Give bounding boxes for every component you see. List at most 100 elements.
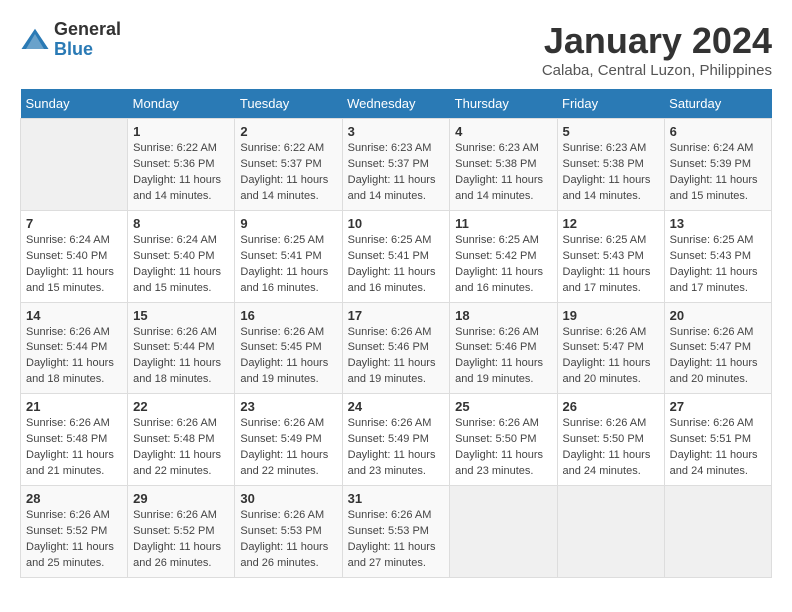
day-cell: 29Sunrise: 6:26 AMSunset: 5:52 PMDayligh… <box>128 486 235 578</box>
day-cell: 26 Sunrise: 6:26 AMSunset: 5:50 PMDayligh… <box>557 394 664 486</box>
day-number: 9 <box>240 216 336 231</box>
day-number: 12 <box>563 216 659 231</box>
day-info: Sunrise: 6:24 AMSunset: 5:39 PMDaylight:… <box>670 141 766 205</box>
header-cell-saturday: Saturday <box>664 89 771 119</box>
header-cell-tuesday: Tuesday <box>235 89 342 119</box>
logo-text: General Blue <box>54 20 121 60</box>
day-cell: 13Sunrise: 6:25 AMSunset: 5:43 PMDayligh… <box>664 210 771 302</box>
day-info: Sunrise: 6:26 AMSunset: 5:50 PMDaylight:… <box>563 416 659 480</box>
week-row-3: 14Sunrise: 6:26 AMSunset: 5:44 PMDayligh… <box>21 302 772 394</box>
day-info: Sunrise: 6:26 AMSunset: 5:53 PMDaylight:… <box>348 508 445 572</box>
day-cell: 20Sunrise: 6:26 AMSunset: 5:47 PMDayligh… <box>664 302 771 394</box>
day-cell: 2 Sunrise: 6:22 AMSunset: 5:37 PMDaylight… <box>235 119 342 211</box>
day-number: 10 <box>348 216 445 231</box>
day-number: 21 <box>26 399 122 414</box>
calendar-header: SundayMondayTuesdayWednesdayThursdayFrid… <box>21 89 772 119</box>
day-number: 3 <box>348 124 445 139</box>
day-number: 16 <box>240 308 336 323</box>
subtitle: Calaba, Central Luzon, Philippines <box>542 62 772 79</box>
page-header: General Blue January 2024 Calaba, Centra… <box>20 20 772 79</box>
day-info: Sunrise: 6:26 AMSunset: 5:46 PMDaylight:… <box>455 325 551 389</box>
day-cell: 25 Sunrise: 6:26 AMSunset: 5:50 PMDayligh… <box>450 394 557 486</box>
day-cell: 3 Sunrise: 6:23 AMSunset: 5:37 PMDaylight… <box>342 119 450 211</box>
day-info: Sunrise: 6:23 AMSunset: 5:37 PMDaylight:… <box>348 141 445 205</box>
day-cell: 28 Sunrise: 6:26 AMSunset: 5:52 PMDayligh… <box>21 486 128 578</box>
day-number: 28 <box>26 491 122 506</box>
day-cell: 4Sunrise: 6:23 AMSunset: 5:38 PMDaylight… <box>450 119 557 211</box>
day-number: 25 <box>455 399 551 414</box>
day-number: 1 <box>133 124 229 139</box>
day-cell: 11Sunrise: 6:25 AMSunset: 5:42 PMDayligh… <box>450 210 557 302</box>
day-info: Sunrise: 6:26 AMSunset: 5:46 PMDaylight:… <box>348 325 445 389</box>
header-cell-wednesday: Wednesday <box>342 89 450 119</box>
header-row: SundayMondayTuesdayWednesdayThursdayFrid… <box>21 89 772 119</box>
day-number: 8 <box>133 216 229 231</box>
day-number: 11 <box>455 216 551 231</box>
day-info: Sunrise: 6:22 AMSunset: 5:37 PMDaylight:… <box>240 141 336 205</box>
day-number: 24 <box>348 399 445 414</box>
day-info: Sunrise: 6:25 AMSunset: 5:41 PMDaylight:… <box>240 233 336 297</box>
main-title: January 2024 <box>542 20 772 62</box>
week-row-5: 28 Sunrise: 6:26 AMSunset: 5:52 PMDayligh… <box>21 486 772 578</box>
header-cell-sunday: Sunday <box>21 89 128 119</box>
day-cell <box>450 486 557 578</box>
day-number: 2 <box>240 124 336 139</box>
logo-icon <box>20 25 50 55</box>
day-number: 6 <box>670 124 766 139</box>
day-number: 17 <box>348 308 445 323</box>
day-cell: 19 Sunrise: 6:26 AMSunset: 5:47 PMDayligh… <box>557 302 664 394</box>
day-info: Sunrise: 6:26 AMSunset: 5:52 PMDaylight:… <box>26 508 122 572</box>
day-number: 18 <box>455 308 551 323</box>
day-number: 4 <box>455 124 551 139</box>
day-cell: 15 Sunrise: 6:26 AMSunset: 5:44 PMDayligh… <box>128 302 235 394</box>
day-info: Sunrise: 6:26 AMSunset: 5:50 PMDaylight:… <box>455 416 551 480</box>
day-info: Sunrise: 6:26 AMSunset: 5:47 PMDaylight:… <box>563 325 659 389</box>
week-row-2: 7Sunrise: 6:24 AMSunset: 5:40 PMDaylight… <box>21 210 772 302</box>
day-number: 5 <box>563 124 659 139</box>
day-cell: 6 Sunrise: 6:24 AMSunset: 5:39 PMDaylight… <box>664 119 771 211</box>
day-info: Sunrise: 6:25 AMSunset: 5:43 PMDaylight:… <box>670 233 766 297</box>
day-info: Sunrise: 6:26 AMSunset: 5:45 PMDaylight:… <box>240 325 336 389</box>
day-info: Sunrise: 6:26 AMSunset: 5:44 PMDaylight:… <box>133 325 229 389</box>
day-info: Sunrise: 6:26 AMSunset: 5:44 PMDaylight:… <box>26 325 122 389</box>
day-cell: 10Sunrise: 6:25 AMSunset: 5:41 PMDayligh… <box>342 210 450 302</box>
title-block: January 2024 Calaba, Central Luzon, Phil… <box>542 20 772 79</box>
week-row-4: 21 Sunrise: 6:26 AMSunset: 5:48 PMDayligh… <box>21 394 772 486</box>
day-info: Sunrise: 6:26 AMSunset: 5:49 PMDaylight:… <box>240 416 336 480</box>
day-cell: 23Sunrise: 6:26 AMSunset: 5:49 PMDayligh… <box>235 394 342 486</box>
day-cell: 27 Sunrise: 6:26 AMSunset: 5:51 PMDayligh… <box>664 394 771 486</box>
day-info: Sunrise: 6:26 AMSunset: 5:51 PMDaylight:… <box>670 416 766 480</box>
day-cell: 9 Sunrise: 6:25 AMSunset: 5:41 PMDaylight… <box>235 210 342 302</box>
day-cell: 1 Sunrise: 6:22 AMSunset: 5:36 PMDaylight… <box>128 119 235 211</box>
day-cell: 8 Sunrise: 6:24 AMSunset: 5:40 PMDaylight… <box>128 210 235 302</box>
day-cell: 17 Sunrise: 6:26 AMSunset: 5:46 PMDayligh… <box>342 302 450 394</box>
day-cell: 5 Sunrise: 6:23 AMSunset: 5:38 PMDaylight… <box>557 119 664 211</box>
day-number: 26 <box>563 399 659 414</box>
day-cell <box>664 486 771 578</box>
logo-line1: General <box>54 20 121 40</box>
day-info: Sunrise: 6:26 AMSunset: 5:49 PMDaylight:… <box>348 416 445 480</box>
logo-line2: Blue <box>54 40 121 60</box>
day-number: 19 <box>563 308 659 323</box>
day-info: Sunrise: 6:26 AMSunset: 5:52 PMDaylight:… <box>133 508 229 572</box>
day-info: Sunrise: 6:26 AMSunset: 5:48 PMDaylight:… <box>133 416 229 480</box>
day-cell: 18 Sunrise: 6:26 AMSunset: 5:46 PMDayligh… <box>450 302 557 394</box>
day-number: 15 <box>133 308 229 323</box>
calendar-table: SundayMondayTuesdayWednesdayThursdayFrid… <box>20 89 772 578</box>
header-cell-monday: Monday <box>128 89 235 119</box>
day-info: Sunrise: 6:26 AMSunset: 5:48 PMDaylight:… <box>26 416 122 480</box>
day-info: Sunrise: 6:23 AMSunset: 5:38 PMDaylight:… <box>563 141 659 205</box>
header-cell-thursday: Thursday <box>450 89 557 119</box>
day-number: 30 <box>240 491 336 506</box>
week-row-1: 1 Sunrise: 6:22 AMSunset: 5:36 PMDaylight… <box>21 119 772 211</box>
day-number: 31 <box>348 491 445 506</box>
day-cell <box>21 119 128 211</box>
day-cell: 31 Sunrise: 6:26 AMSunset: 5:53 PMDayligh… <box>342 486 450 578</box>
day-info: Sunrise: 6:24 AMSunset: 5:40 PMDaylight:… <box>133 233 229 297</box>
day-cell: 12Sunrise: 6:25 AMSunset: 5:43 PMDayligh… <box>557 210 664 302</box>
day-number: 22 <box>133 399 229 414</box>
day-number: 27 <box>670 399 766 414</box>
day-cell: 7Sunrise: 6:24 AMSunset: 5:40 PMDaylight… <box>21 210 128 302</box>
day-info: Sunrise: 6:26 AMSunset: 5:53 PMDaylight:… <box>240 508 336 572</box>
day-info: Sunrise: 6:22 AMSunset: 5:36 PMDaylight:… <box>133 141 229 205</box>
